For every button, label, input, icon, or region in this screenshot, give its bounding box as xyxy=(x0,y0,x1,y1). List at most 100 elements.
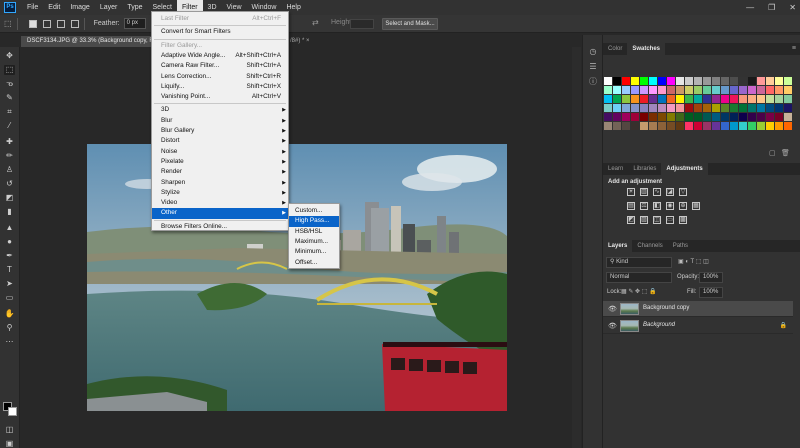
other-submenu-item-high-pass[interactable]: High Pass... xyxy=(289,216,339,227)
color-swatch[interactable] xyxy=(775,77,783,85)
canvas-scrollbar[interactable] xyxy=(572,47,581,448)
gradient-tool-icon[interactable]: ▮ xyxy=(4,207,15,217)
color-swatch[interactable] xyxy=(604,95,612,103)
filter-menu-item-stylize[interactable]: Stylize ▶ xyxy=(152,188,288,198)
layer-kind-filter[interactable]: ⚲ Kind xyxy=(606,257,672,268)
blend-mode-select[interactable]: Normal xyxy=(606,272,672,283)
color-swatch[interactable] xyxy=(703,104,711,112)
color-swatch[interactable] xyxy=(748,122,756,130)
tab-paths[interactable]: Paths xyxy=(668,240,693,252)
color-swatch[interactable] xyxy=(721,113,729,121)
color-swatch[interactable] xyxy=(631,113,639,121)
color-swatch[interactable] xyxy=(694,113,702,121)
color-swatch[interactable] xyxy=(694,77,702,85)
filter-menu-item-vanishing-point[interactable]: Vanishing Point... Alt+Ctrl+V xyxy=(152,92,288,102)
filter-menu-item-pixelate[interactable]: Pixelate ▶ xyxy=(152,157,288,167)
other-submenu-item-maximum[interactable]: Maximum... xyxy=(289,237,339,247)
type-tool-icon[interactable]: T xyxy=(4,265,15,275)
color-swatch[interactable] xyxy=(613,95,621,103)
color-swatch[interactable] xyxy=(676,104,684,112)
color-swatch[interactable] xyxy=(649,95,657,103)
color-swatch[interactable] xyxy=(667,104,675,112)
color-swatch[interactable] xyxy=(766,86,774,94)
history-panel-icon[interactable]: ◷ xyxy=(588,47,598,57)
background-color-swatch[interactable] xyxy=(8,407,17,416)
crop-tool-icon[interactable]: ⌗ xyxy=(4,107,15,117)
dodge-tool-icon[interactable]: ● xyxy=(4,237,15,247)
color-swatch[interactable] xyxy=(703,113,711,121)
other-submenu-item-hsb-hsl[interactable]: HSB/HSL xyxy=(289,227,339,237)
color-balance-icon[interactable]: ⚖ xyxy=(640,202,648,210)
layer-row-background-copy[interactable]: 👁 Background copy xyxy=(603,301,793,317)
swap-icon[interactable]: ⇄ xyxy=(312,18,319,27)
color-swatch[interactable] xyxy=(730,104,738,112)
color-swatch[interactable] xyxy=(658,95,666,103)
color-swatch[interactable] xyxy=(712,95,720,103)
color-swatch[interactable] xyxy=(676,113,684,121)
filter-menu-item-blur-gallery[interactable]: Blur Gallery ▶ xyxy=(152,126,288,136)
layer-filter-icons[interactable]: ▣ ◐ T ⬚ ◫ xyxy=(678,258,709,267)
color-swatch[interactable] xyxy=(676,95,684,103)
filter-menu-item-other[interactable]: Other ▶ xyxy=(152,208,288,219)
minimize-icon[interactable]: — xyxy=(746,3,754,12)
quick-mask-icon[interactable]: ◫ xyxy=(4,425,15,435)
vibrance-icon[interactable]: ▽ xyxy=(679,188,687,196)
color-swatch[interactable] xyxy=(667,95,675,103)
filter-menu-item-adaptive-wide-angle[interactable]: Adaptive Wide Angle... Alt+Shift+Ctrl+A xyxy=(152,51,288,61)
canvas-image[interactable] xyxy=(87,144,507,411)
color-swatch[interactable] xyxy=(604,86,612,94)
color-swatch[interactable] xyxy=(766,122,774,130)
color-swatch[interactable] xyxy=(685,86,693,94)
color-swatch[interactable] xyxy=(694,86,702,94)
healing-brush-tool-icon[interactable]: ✚ xyxy=(4,137,15,147)
color-swatch[interactable] xyxy=(748,77,756,85)
color-swatch[interactable] xyxy=(766,113,774,121)
pen-tool-icon[interactable]: ✒ xyxy=(4,251,15,261)
other-submenu-item-minimum[interactable]: Minimum... xyxy=(289,247,339,257)
intersect-selection-icon[interactable] xyxy=(70,19,79,28)
color-swatch[interactable] xyxy=(622,86,630,94)
menu-type[interactable]: Type xyxy=(122,0,147,15)
color-swatch[interactable] xyxy=(685,77,693,85)
color-swatch[interactable] xyxy=(613,104,621,112)
curves-icon[interactable]: ∿ xyxy=(653,188,661,196)
color-swatch[interactable] xyxy=(694,95,702,103)
properties-panel-icon[interactable]: ☰ xyxy=(588,62,598,72)
color-swatch[interactable] xyxy=(631,77,639,85)
color-swatch[interactable] xyxy=(721,122,729,130)
color-swatch[interactable] xyxy=(631,104,639,112)
filter-menu-item-convert-for-smart-filters[interactable]: Convert for Smart Filters xyxy=(152,27,288,37)
color-swatch[interactable] xyxy=(739,86,747,94)
path-selection-tool-icon[interactable]: ➤ xyxy=(4,279,15,289)
color-swatch[interactable] xyxy=(613,77,621,85)
selective-color-icon[interactable]: ▩ xyxy=(679,216,687,224)
color-swatch[interactable] xyxy=(631,122,639,130)
black-white-icon[interactable]: ◧ xyxy=(653,202,661,210)
color-swatch[interactable] xyxy=(640,86,648,94)
color-swatch[interactable] xyxy=(784,86,792,94)
new-selection-icon[interactable] xyxy=(28,19,37,28)
select-and-mask-button[interactable]: Select and Mask... xyxy=(382,18,438,30)
color-swatch[interactable] xyxy=(775,104,783,112)
marquee-tool-icon[interactable]: ⬚ xyxy=(4,65,15,75)
color-swatch[interactable] xyxy=(748,95,756,103)
color-swatch[interactable] xyxy=(766,77,774,85)
color-swatch[interactable] xyxy=(685,122,693,130)
color-swatch[interactable] xyxy=(649,77,657,85)
color-swatch[interactable] xyxy=(748,104,756,112)
color-swatch[interactable] xyxy=(622,77,630,85)
color-swatch[interactable] xyxy=(757,77,765,85)
feather-input[interactable]: 0 px xyxy=(123,18,146,29)
color-swatch[interactable] xyxy=(703,77,711,85)
threshold-icon[interactable]: ◫ xyxy=(653,216,661,224)
color-swatch[interactable] xyxy=(649,86,657,94)
filter-menu-item-render[interactable]: Render ▶ xyxy=(152,167,288,177)
menu-layer[interactable]: Layer xyxy=(95,0,123,15)
color-swatch[interactable] xyxy=(649,104,657,112)
color-swatch[interactable] xyxy=(613,122,621,130)
color-swatch[interactable] xyxy=(703,86,711,94)
color-swatch[interactable] xyxy=(631,86,639,94)
color-swatch[interactable] xyxy=(748,113,756,121)
color-swatch[interactable] xyxy=(739,113,747,121)
exposure-icon[interactable]: ◪ xyxy=(666,188,674,196)
